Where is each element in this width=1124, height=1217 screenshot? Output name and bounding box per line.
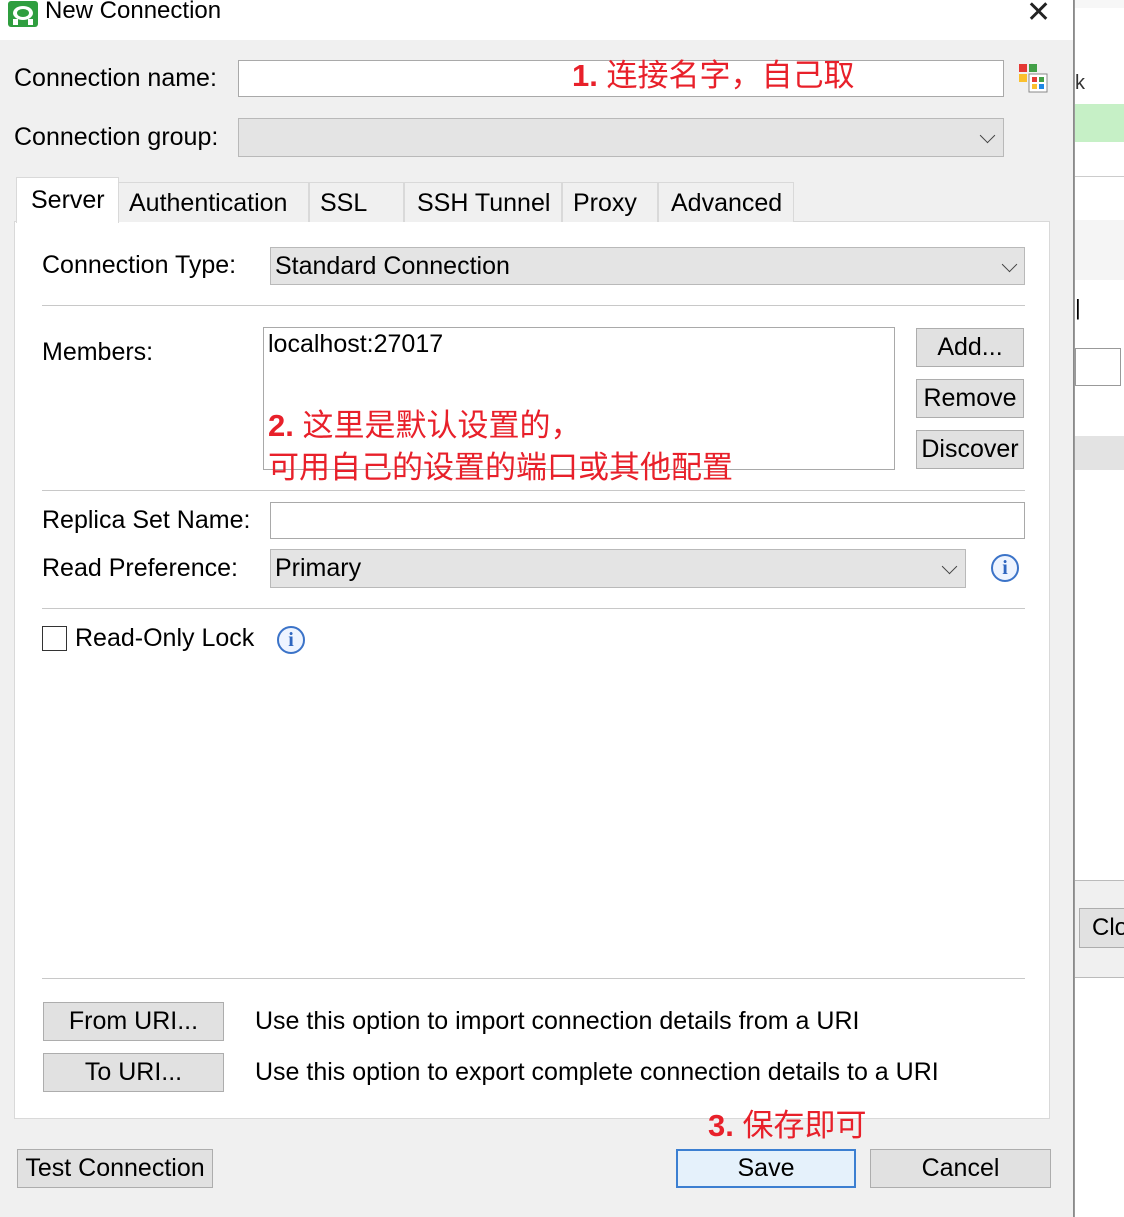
members-label: Members: bbox=[42, 338, 154, 366]
divider bbox=[42, 490, 1025, 491]
tab-proxy[interactable]: Proxy bbox=[562, 182, 658, 222]
annotation-step3: 3. 保存即可 bbox=[708, 1108, 867, 1143]
connection-type-label: Connection Type: bbox=[42, 251, 237, 279]
discover-button[interactable]: Discover bbox=[916, 430, 1024, 469]
tab-authentication[interactable]: Authentication bbox=[118, 182, 309, 222]
to-uri-description: Use this option to export complete conne… bbox=[255, 1058, 939, 1086]
readonly-lock-label[interactable]: Read-Only Lock bbox=[75, 624, 254, 653]
bg-close-button[interactable]: Clo bbox=[1079, 908, 1124, 948]
to-uri-button[interactable]: To URI... bbox=[43, 1053, 224, 1092]
tab-server[interactable]: Server bbox=[16, 177, 119, 223]
tab-ssh-tunnel[interactable]: SSH Tunnel bbox=[404, 182, 562, 222]
read-preference-select[interactable]: Primary bbox=[270, 549, 966, 588]
annotation-step2: 2. 这里是默认设置的， bbox=[268, 408, 582, 443]
readonly-lock-checkbox[interactable] bbox=[42, 626, 67, 651]
color-picker-icon[interactable] bbox=[1018, 63, 1048, 98]
info-icon[interactable]: i bbox=[991, 554, 1019, 582]
connection-group-label: Connection group: bbox=[14, 123, 219, 151]
chevron-down-icon bbox=[1001, 256, 1018, 273]
info-icon[interactable]: i bbox=[277, 626, 305, 654]
app-logo-icon bbox=[8, 1, 38, 27]
tab-ssl[interactable]: SSL bbox=[309, 182, 404, 222]
from-uri-button[interactable]: From URI... bbox=[43, 1002, 224, 1041]
connection-name-label: Connection name: bbox=[14, 64, 217, 92]
remove-member-button[interactable]: Remove bbox=[916, 379, 1024, 418]
bg-highlight-row bbox=[1075, 104, 1124, 142]
background-window: k | Clo bbox=[1074, 0, 1124, 1217]
read-preference-label: Read Preference: bbox=[42, 554, 238, 582]
new-connection-dialog: New Connection ✕ Connection name: Connec… bbox=[0, 0, 1074, 1217]
connection-type-select[interactable]: Standard Connection bbox=[270, 247, 1025, 285]
cancel-button[interactable]: Cancel bbox=[870, 1149, 1051, 1188]
divider bbox=[42, 305, 1025, 306]
replica-set-label: Replica Set Name: bbox=[42, 506, 251, 534]
window-title: New Connection bbox=[45, 0, 222, 24]
divider bbox=[42, 978, 1025, 979]
close-icon[interactable]: ✕ bbox=[1026, 0, 1051, 28]
replica-set-input[interactable] bbox=[270, 502, 1025, 539]
annotation-step1: 1. 连接名字，自己取 bbox=[572, 58, 855, 93]
annotation-step2-line2: 可用自己的设置的端口或其他配置 bbox=[268, 450, 733, 485]
tab-advanced[interactable]: Advanced bbox=[658, 182, 794, 222]
chevron-down-icon bbox=[979, 127, 996, 144]
divider bbox=[42, 608, 1025, 609]
test-connection-button[interactable]: Test Connection bbox=[17, 1149, 213, 1188]
from-uri-description: Use this option to import connection det… bbox=[255, 1007, 860, 1035]
chevron-down-icon bbox=[941, 558, 958, 575]
save-button[interactable]: Save bbox=[676, 1149, 856, 1188]
title-bar: New Connection ✕ bbox=[0, 0, 1073, 40]
member-item[interactable]: localhost:27017 bbox=[268, 330, 443, 358]
connection-group-select[interactable] bbox=[238, 118, 1004, 157]
add-member-button[interactable]: Add... bbox=[916, 328, 1024, 367]
